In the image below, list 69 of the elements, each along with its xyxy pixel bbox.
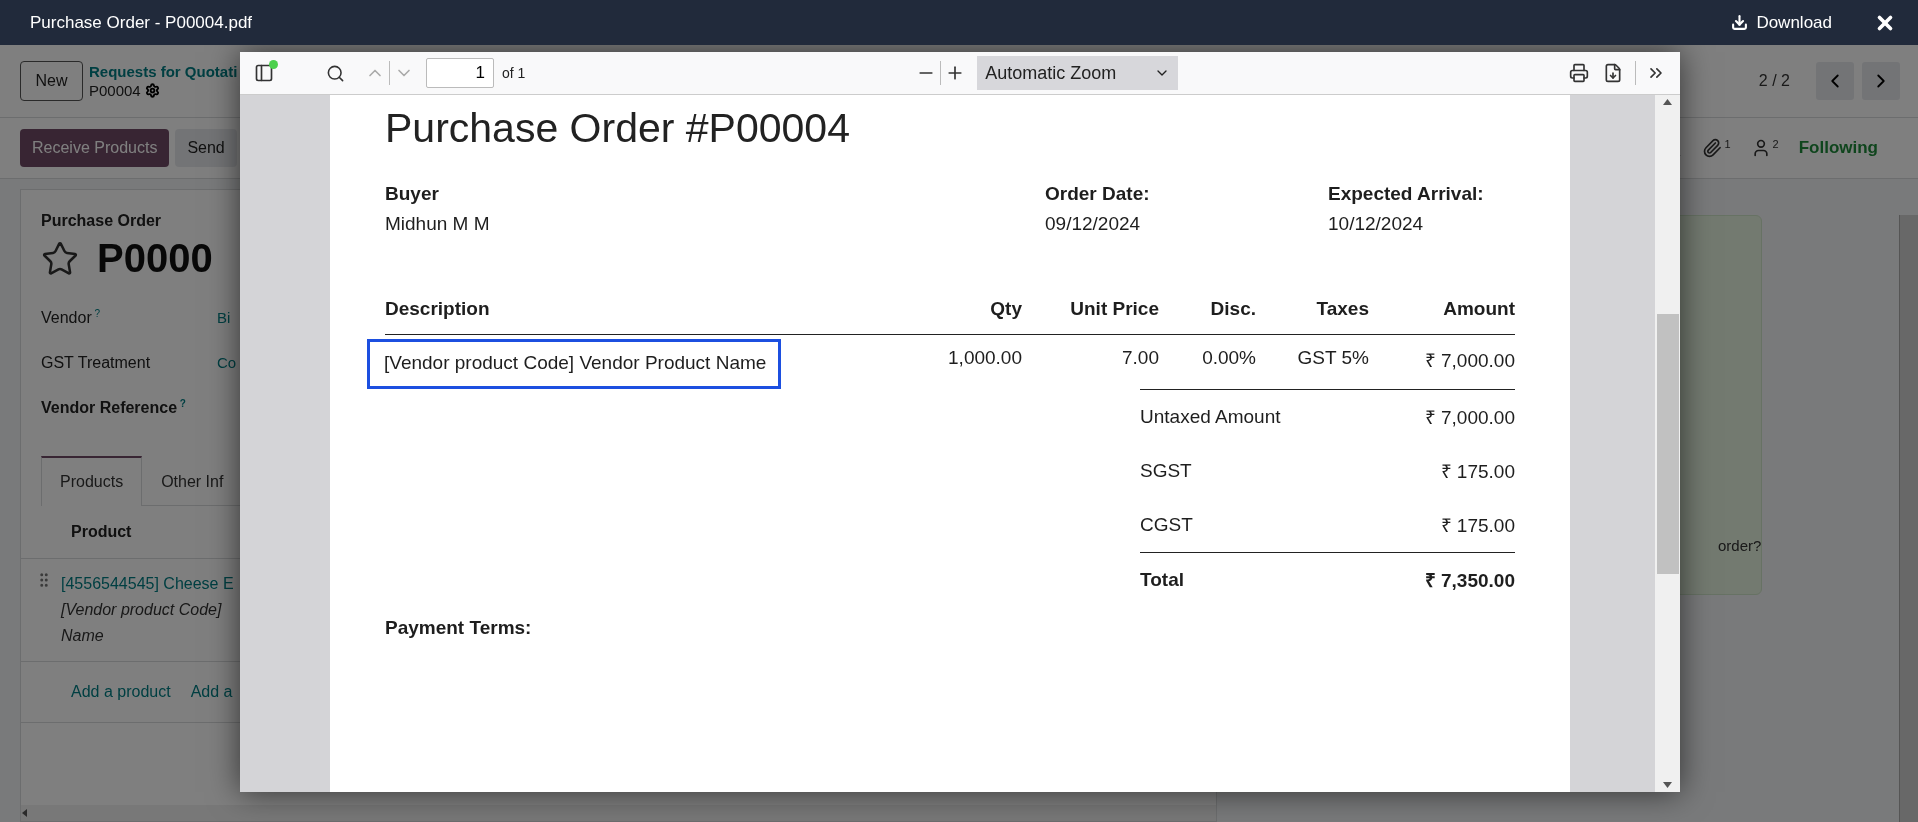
horizontal-scrollbar[interactable] [21, 805, 1216, 821]
next-button[interactable] [1862, 62, 1900, 100]
field-label: Vendor $^{?}$ [41, 307, 101, 328]
add-link[interactable]: Add a [190, 683, 233, 701]
total-value: ₹ 7,000.00 [1424, 406, 1515, 430]
download-icon [1731, 14, 1749, 31]
form-type-label: Purchase Order [41, 212, 162, 230]
primary-button[interactable]: Receive Products [20, 129, 170, 167]
total-label: CGST [1140, 514, 1193, 536]
total-label: Untaxed Amount [1140, 406, 1281, 428]
total-value: ₹ 7,350.00 [1424, 569, 1515, 593]
info-value: 10/12/2024 [1328, 213, 1425, 235]
product-description: Name [61, 626, 105, 646]
total-label: SGST [1140, 460, 1192, 482]
info-label: Buyer [385, 183, 440, 205]
table-cell-text: GST 5% [1296, 346, 1369, 370]
new-button[interactable]: New [20, 61, 83, 101]
field-label: GST Treatment [41, 353, 151, 372]
column-header: Qty [892, 298, 1022, 335]
product-link[interactable]: [4556544545] Cheese E [61, 571, 234, 597]
document-title: Purchase Order #P00004 [385, 104, 851, 153]
total-value: ₹ 175.00 [1440, 460, 1515, 484]
info-label: Expected Arrival: [1328, 183, 1485, 205]
payment-terms-label: Payment Terms: [385, 617, 533, 639]
field-value: Bi [217, 309, 231, 326]
info-label: Order Date: [1045, 183, 1151, 205]
info-value: Midhun M M [385, 213, 491, 235]
column-header: Description [385, 298, 892, 335]
settings-icon[interactable] [144, 83, 160, 98]
total-value: ₹ 175.00 [1440, 514, 1515, 538]
viewer-title: Purchase Order - P00004.pdf [30, 12, 253, 33]
column-header: Product [71, 523, 132, 541]
tab[interactable]: Products [41, 456, 143, 506]
following-button[interactable]: Following [1798, 138, 1878, 158]
column-header: Taxes [1256, 298, 1369, 335]
download-button[interactable]: Download [1731, 12, 1832, 33]
breadcrumb-link[interactable]: Requests for Quotati [89, 63, 238, 80]
vertical-scrollbar[interactable] [1655, 95, 1680, 792]
followers-button[interactable]: 2 [1750, 138, 1779, 158]
pager-text: 2 / 2 [1758, 72, 1790, 90]
table-cell-text: 0.00% [1201, 346, 1256, 370]
star-icon[interactable] [41, 239, 79, 278]
previous-button[interactable] [1816, 62, 1854, 100]
column-header: Disc. [1159, 298, 1256, 335]
zoom-select[interactable]: Automatic Zoom [977, 56, 1179, 90]
secondary-button[interactable]: Send [175, 129, 237, 167]
scroll-up-icon[interactable] [1663, 99, 1672, 105]
column-header: Amount [1369, 298, 1515, 335]
page-scrollbar[interactable] [1899, 215, 1918, 822]
field-label: Vendor Reference $^{?}$ [41, 397, 186, 418]
table-cell-text: 7.00 [1121, 346, 1159, 370]
attachment-button[interactable]: 1 [1702, 138, 1731, 158]
add-link[interactable]: Add a product [71, 683, 171, 701]
record-title: P0000 [97, 236, 213, 281]
message-text: order? [1718, 537, 1762, 554]
total-label: Total [1140, 569, 1184, 591]
field-value: Co [217, 354, 237, 371]
table-cell-text: 1,000.00 [947, 346, 1022, 370]
page-count: of 1 [502, 65, 526, 81]
record-name: P00004 [89, 82, 141, 99]
scroll-down-icon[interactable] [1663, 782, 1672, 788]
highlighted-cell: [Vendor product Code] Vendor Product Name [367, 339, 782, 389]
tab[interactable]: Other Inf [142, 456, 243, 506]
product-description: [Vendor product Code] [61, 600, 223, 620]
column-header: Unit Price [1022, 298, 1159, 335]
page-number-field[interactable]: 1 [426, 58, 494, 88]
info-value: 09/12/2024 [1045, 213, 1142, 235]
scroll-left-icon[interactable] [21, 809, 29, 817]
table-cell-text: ₹ 7,000.00 [1423, 349, 1515, 373]
